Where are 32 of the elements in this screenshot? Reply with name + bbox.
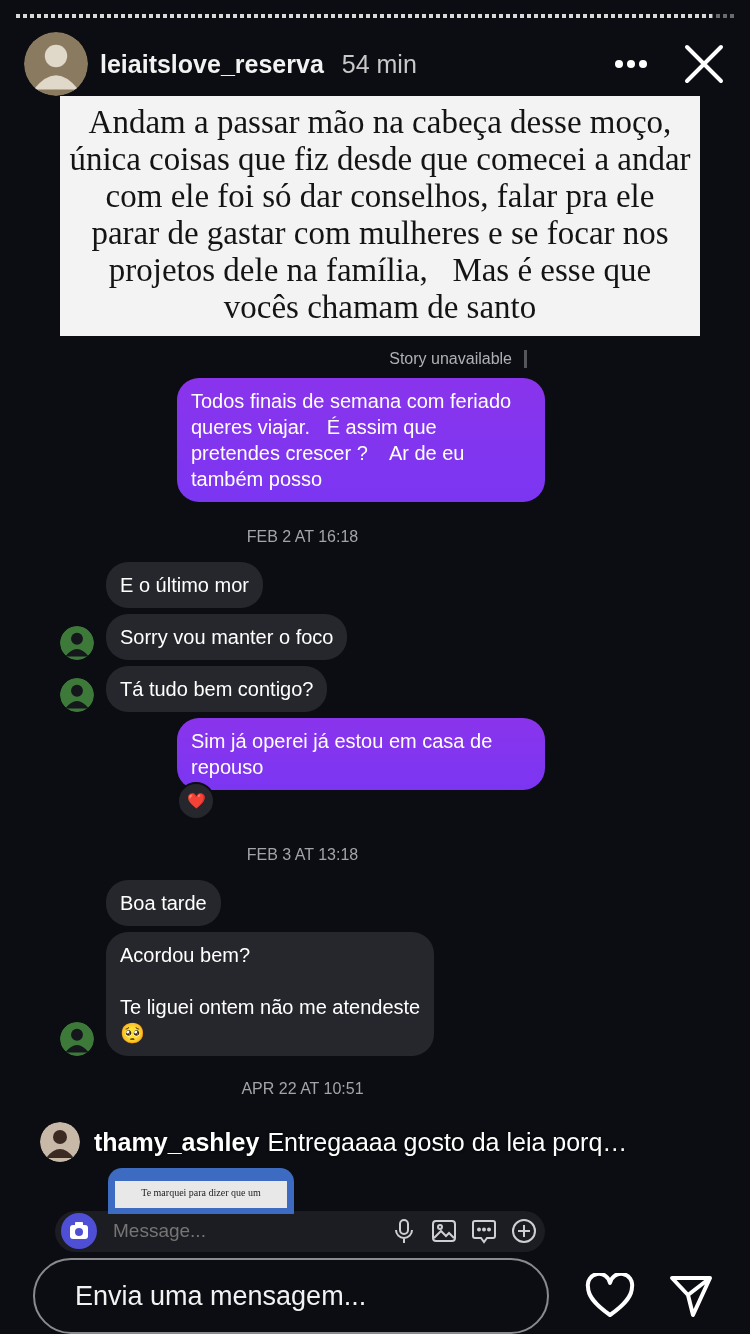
received-message: Tá tudo bem contigo? (106, 666, 328, 712)
reply-field[interactable]: Envia uma mensagem... (33, 1258, 549, 1334)
comment-username[interactable]: thamy_ashley (94, 1127, 260, 1157)
avatar (40, 1122, 80, 1162)
sent-message: Todos finais de semana com feriado queres viajar. É assim que pretendes crescer ? Ar de eu também posso (177, 378, 545, 502)
chat-icon[interactable] (471, 1218, 497, 1245)
received-message: Boa tarde (106, 880, 221, 926)
timestamp: FEB 2 AT 16:18 (246, 528, 359, 546)
received-message: Acordou bem? Te liguei ontem não me atendeste 🥺 (106, 932, 435, 1056)
story-caption: Te marquei para dizer que um (115, 1181, 287, 1208)
camera-icon[interactable] (61, 1213, 97, 1250)
shared-story-card[interactable]: Te marquei para dizer que um (108, 1168, 294, 1214)
avatar[interactable] (24, 32, 88, 96)
message-bar[interactable]: Message... (55, 1210, 545, 1252)
comment-text: Entregaaaa gosto da leia porq… (267, 1127, 628, 1157)
timestamp: APR 22 AT 10:51 (241, 1080, 364, 1098)
story-status: Story unavailable (389, 350, 527, 368)
heart-icon[interactable] (585, 1273, 635, 1319)
add-icon[interactable] (511, 1218, 537, 1245)
username[interactable]: leiaitslove_reserva (100, 49, 324, 79)
close-icon[interactable] (684, 44, 724, 84)
post-time: 54 min (341, 49, 417, 79)
more-icon[interactable] (614, 59, 648, 69)
reaction: ❤ (177, 782, 215, 820)
timestamp: FEB 3 AT 13:18 (246, 846, 359, 864)
received-message: E o último mor (106, 562, 263, 608)
image-icon[interactable] (431, 1218, 457, 1245)
story-text: Andam a passar mão na cabeça desse moço, única coisas que fiz desde que comecei a andar com ele foi só dar conselhos, falar pra ele parar de gastar com mulheres e se focar nos projetos dele na família, Mas é esse que vocês chamam de santo (60, 96, 700, 336)
sent-message: Sim já operei já estou em casa de repouso (177, 718, 545, 790)
send-icon[interactable] (669, 1274, 713, 1318)
message-field[interactable]: Message... (111, 1219, 377, 1244)
received-message: Sorry vou manter o foco (106, 614, 348, 660)
